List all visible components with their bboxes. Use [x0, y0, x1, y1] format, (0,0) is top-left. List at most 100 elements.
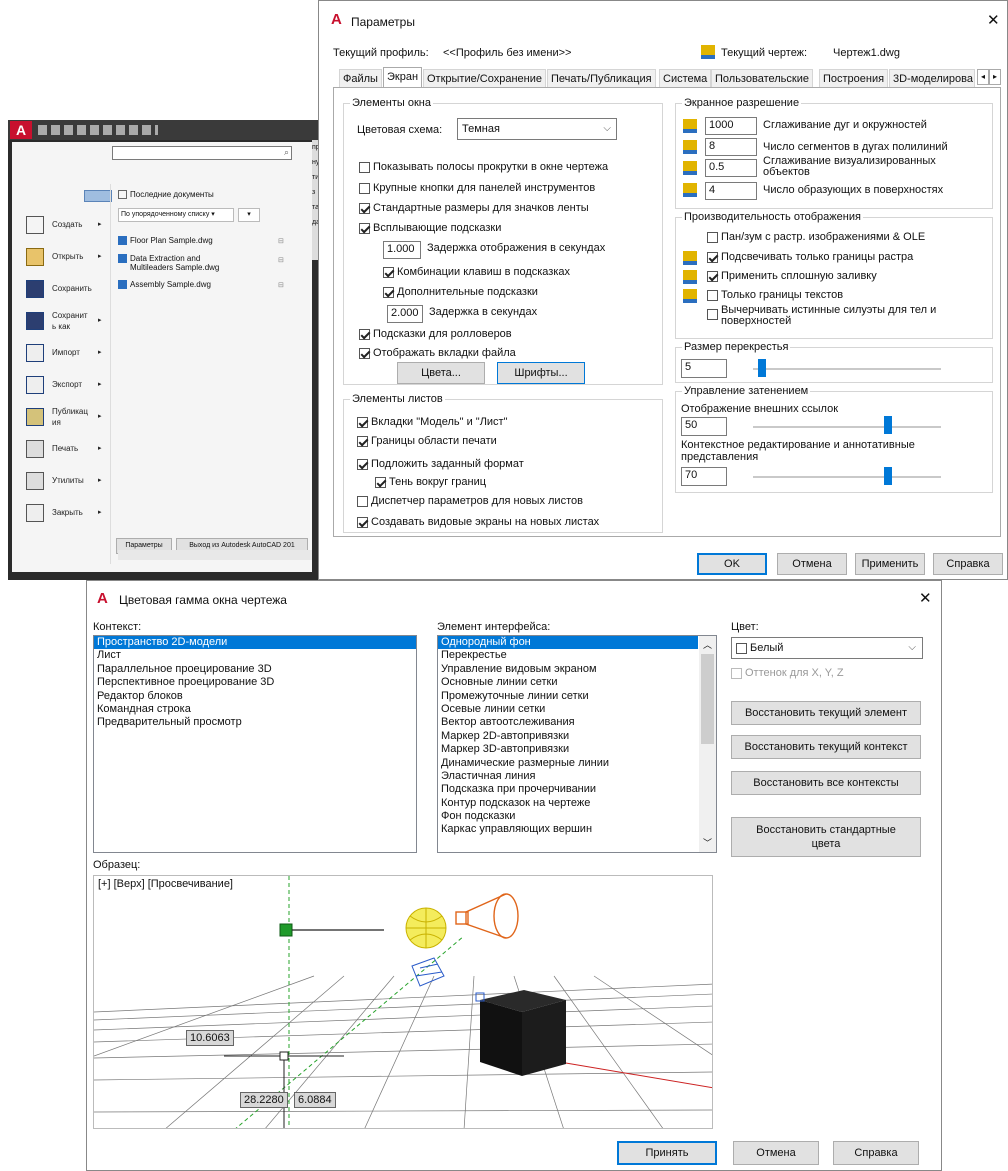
- checkbox-true-silhouettes[interactable]: Вычерчивать истинные силуэты для тел и п…: [707, 305, 957, 327]
- tab-user-preferences[interactable]: Пользовательские: [711, 69, 813, 88]
- viewport-controls-label[interactable]: [+] [Верх] [Просвечивание]: [98, 878, 233, 890]
- pin-icon[interactable]: ⊟: [278, 256, 284, 264]
- checkbox-printable-area[interactable]: Границы области печати: [357, 435, 497, 447]
- tab-display[interactable]: Экран: [383, 67, 423, 88]
- cancel-button[interactable]: Отмена: [733, 1141, 819, 1165]
- list-item[interactable]: Маркер 3D-автопривязки: [438, 743, 716, 756]
- list-item[interactable]: Эластичная линия: [438, 770, 716, 783]
- checkbox-ribbon-icons[interactable]: Стандартные размеры для значков ленты: [359, 202, 589, 214]
- inplace-fade-input[interactable]: 70: [681, 467, 727, 486]
- checkbox-solid-fill[interactable]: Применить сплошную заливку: [707, 270, 877, 282]
- list-item[interactable]: Вектор автоотслеживания: [438, 716, 716, 729]
- list-item[interactable]: Предварительный просмотр: [94, 716, 416, 729]
- toolbar-icons[interactable]: [38, 125, 158, 135]
- list-item[interactable]: Пространство 2D-модели: [94, 636, 416, 650]
- list-item[interactable]: Редактор блоков: [94, 690, 416, 703]
- checkbox-pan-zoom-raster[interactable]: Пан/зум с растр. изображениями & OLE: [707, 231, 925, 243]
- checkbox-create-viewports[interactable]: Создавать видовые экраны на новых листах: [357, 516, 599, 528]
- view-toggle-icons[interactable]: [84, 190, 112, 202]
- search-icon[interactable]: ⌕: [284, 147, 289, 158]
- accept-button[interactable]: Принять: [617, 1141, 717, 1165]
- interface-element-list[interactable]: Однородный фон Перекрестье Управление ви…: [437, 635, 717, 853]
- restore-all-contexts-button[interactable]: Восстановить все контексты: [731, 771, 921, 795]
- tab-drafting[interactable]: Построения: [819, 69, 889, 88]
- sort-dropdown[interactable]: По упорядоченному списку ▾: [118, 208, 234, 222]
- context-list[interactable]: Пространство 2D-модели Лист Параллельное…: [93, 635, 417, 853]
- menu-item-publish[interactable]: Публикац ия ▸: [26, 404, 102, 430]
- menu-scrollbar[interactable]: [118, 550, 312, 560]
- checkbox-tooltips[interactable]: Всплывающие подсказки: [359, 222, 501, 234]
- checkbox-raster-frame[interactable]: Подсвечивать только границы растра: [707, 251, 913, 263]
- help-button[interactable]: Справка: [933, 553, 1003, 575]
- tab-3d-modeling[interactable]: 3D-моделирова: [889, 69, 975, 88]
- list-item[interactable]: Промежуточные линии сетки: [438, 690, 716, 703]
- cancel-button[interactable]: Отмена: [777, 553, 847, 575]
- recent-doc[interactable]: Floor Plan Sample.dwg: [118, 236, 213, 246]
- list-item[interactable]: Динамические размерные линии: [438, 757, 716, 770]
- scroll-up-icon[interactable]: ︿: [703, 638, 712, 651]
- list-item[interactable]: Перекрестье: [438, 649, 716, 662]
- checkbox-text-frame[interactable]: Только границы текстов: [707, 289, 843, 301]
- scrollbar-thumb[interactable]: [701, 654, 714, 744]
- list-item[interactable]: Командная строка: [94, 703, 416, 716]
- checkbox-file-tabs[interactable]: Отображать вкладки файла: [359, 347, 516, 359]
- crosshair-slider-thumb[interactable]: [758, 359, 767, 377]
- list-item[interactable]: Фон подсказки: [438, 810, 716, 823]
- tab-scroll-right-icon[interactable]: ▸: [989, 69, 1001, 85]
- menu-item-print[interactable]: Печать ▸: [26, 436, 102, 462]
- polyline-segments-input[interactable]: 8: [705, 138, 757, 156]
- list-item[interactable]: Подсказка при прочерчивании: [438, 783, 716, 796]
- menu-item-utilities[interactable]: Утилиты ▸: [26, 468, 102, 494]
- menu-item-saveas[interactable]: Сохранит ь как ▸: [26, 308, 102, 334]
- tab-open-save[interactable]: Открытие/Сохранение: [423, 69, 546, 88]
- checkbox-shortcut-keys[interactable]: Комбинации клавиш в подсказках: [383, 266, 570, 278]
- crosshair-size-input[interactable]: 5: [681, 359, 727, 378]
- checkbox-scrollbars[interactable]: Показывать полосы прокрутки в окне черте…: [359, 161, 608, 173]
- checkbox-tint-xyz[interactable]: Оттенок для X, Y, Z: [731, 667, 844, 679]
- checkbox-extended-tooltips[interactable]: Дополнительные подсказки: [383, 286, 538, 298]
- checkbox-large-buttons[interactable]: Крупные кнопки для панелей инструментов: [359, 182, 595, 194]
- tab-plot-publish[interactable]: Печать/Публикация: [547, 69, 656, 88]
- tooltip-delay-input[interactable]: 1.000: [383, 241, 421, 259]
- xref-fade-input[interactable]: 50: [681, 417, 727, 436]
- list-item[interactable]: Основные линии сетки: [438, 676, 716, 689]
- extended-delay-input[interactable]: 2.000: [387, 305, 423, 323]
- close-icon[interactable]: ✕: [919, 589, 932, 607]
- menu-item-import[interactable]: Импорт ▸: [26, 340, 102, 366]
- contour-lines-input[interactable]: 4: [705, 182, 757, 200]
- help-button[interactable]: Справка: [833, 1141, 919, 1165]
- menu-item-close[interactable]: Закрыть ▸: [26, 500, 102, 526]
- list-item[interactable]: Контур подсказок на чертеже: [438, 797, 716, 810]
- menu-item-export[interactable]: Экспорт ▸: [26, 372, 102, 398]
- list-item[interactable]: Управление видовым экраном: [438, 663, 716, 676]
- inplace-fade-slider-track[interactable]: [753, 476, 941, 478]
- recent-doc[interactable]: Assembly Sample.dwg: [118, 280, 211, 290]
- list-item[interactable]: Однородный фон: [438, 636, 698, 650]
- xref-fade-slider-track[interactable]: [753, 426, 941, 428]
- app-button[interactable]: A: [10, 121, 32, 139]
- checkbox-paper-background[interactable]: Подложить заданный формат: [357, 458, 524, 470]
- crosshair-slider-track[interactable]: [753, 368, 941, 370]
- restore-classic-colors-button[interactable]: Восстановить стандартные цвета: [731, 817, 921, 857]
- list-item[interactable]: Каркас управляющих вершин: [438, 823, 716, 836]
- pin-icon[interactable]: ⊟: [278, 237, 284, 245]
- scheme-dropdown[interactable]: Темная ⌵: [457, 118, 617, 140]
- checkbox-rollover-tooltips[interactable]: Подсказки для ролловеров: [359, 328, 512, 340]
- menu-item-new[interactable]: Создать ▸: [26, 212, 102, 238]
- checkbox-model-layout-tabs[interactable]: Вкладки "Модель" и "Лист": [357, 416, 508, 428]
- scroll-down-icon[interactable]: ﹀: [703, 836, 712, 849]
- tab-system[interactable]: Система: [659, 69, 712, 88]
- pin-icon[interactable]: ⊟: [278, 281, 284, 289]
- colors-button[interactable]: Цвета...: [397, 362, 485, 384]
- restore-current-context-button[interactable]: Восстановить текущий контекст: [731, 735, 921, 759]
- list-item[interactable]: Осевые линии сетки: [438, 703, 716, 716]
- rendered-smoothness-input[interactable]: 0.5: [705, 159, 757, 177]
- checkbox-paper-shadow[interactable]: Тень вокруг границ: [375, 476, 486, 488]
- apply-button[interactable]: Применить: [855, 553, 925, 575]
- recent-doc[interactable]: Data Extraction and Multileaders Sample.…: [118, 254, 248, 272]
- color-dropdown[interactable]: Белый ⌵: [731, 637, 923, 659]
- checkbox-page-setup-manager[interactable]: Диспетчер параметров для новых листов: [357, 495, 583, 507]
- list-scrollbar[interactable]: ︿ ﹀: [699, 636, 716, 852]
- ok-button[interactable]: OK: [697, 553, 767, 575]
- close-icon[interactable]: ✕: [987, 11, 1000, 29]
